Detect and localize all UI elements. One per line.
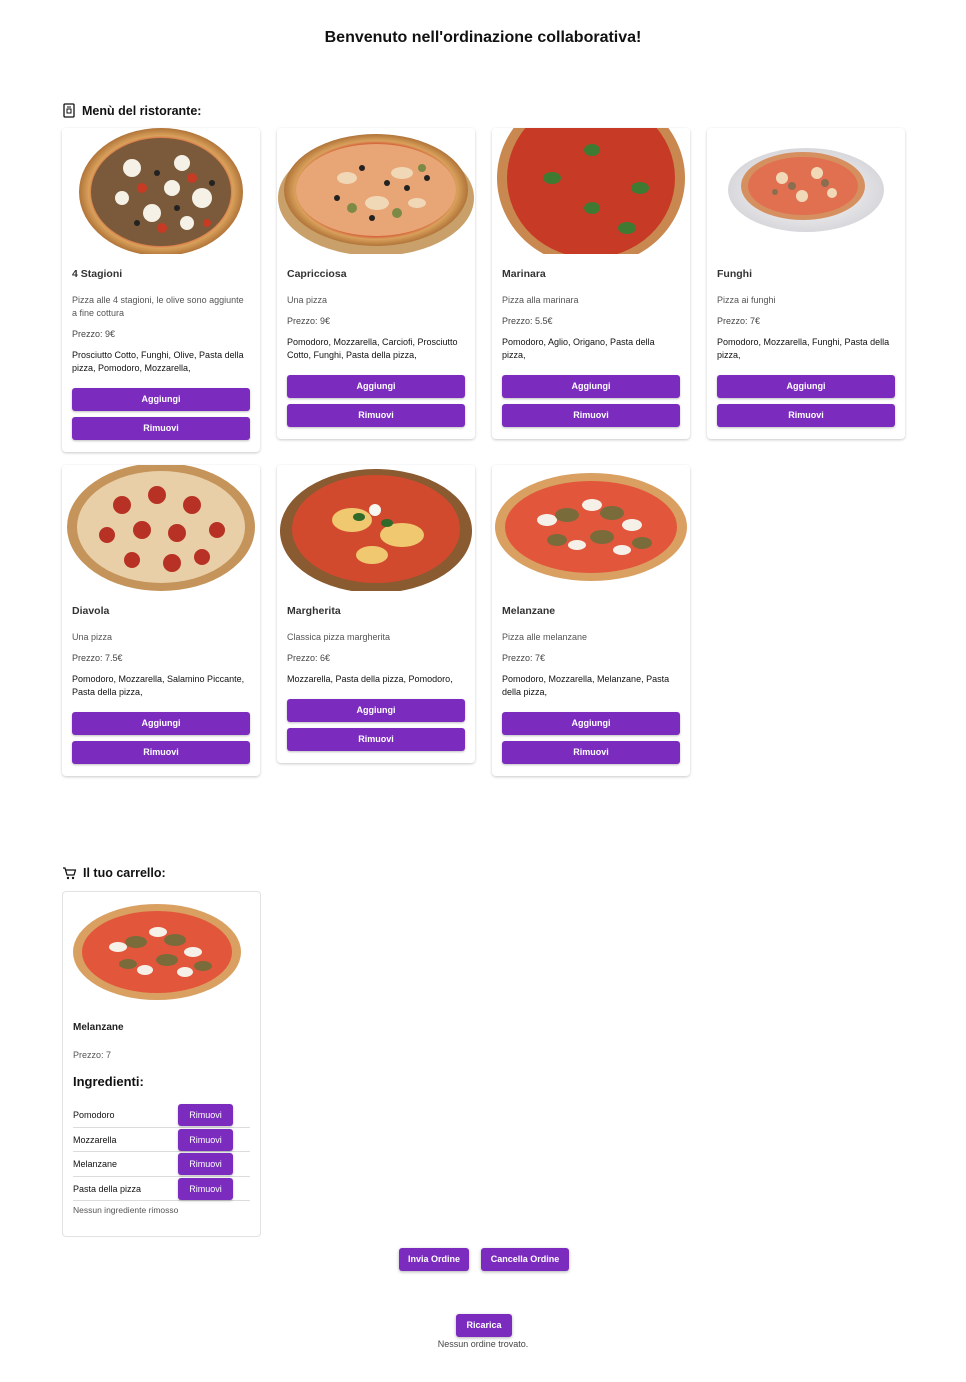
shopping-cart-icon (63, 867, 77, 880)
pizza-ingredients: Pomodoro, Mozzarella, Carciofi, Prosciut… (287, 337, 458, 360)
menu-card-funghi: Funghi Pizza ai funghi Prezzo: 7€ Pomodo… (707, 128, 905, 439)
remove-ingredient-button[interactable]: Rimuovi (178, 1128, 233, 1151)
ingredient-name: Pomodoro (73, 1110, 115, 1120)
cart-item-name: Melanzane (73, 1022, 124, 1033)
remove-ingredient-button[interactable]: Rimuovi (178, 1104, 233, 1126)
pizza-name: Margherita (287, 605, 341, 617)
ingredient-name: Melanzane (73, 1159, 118, 1169)
pizza-image (62, 128, 260, 254)
pizza-description: Una pizza (72, 632, 113, 642)
pizza-ingredients: Pomodoro, Mozzarella, Salamino Piccante,… (72, 674, 245, 697)
ingredient-name: Pasta della pizza (73, 1183, 142, 1194)
pizza-image (73, 902, 241, 1002)
ingredient-row: Pasta della pizza Rimuovi (73, 1177, 250, 1201)
reload-button[interactable]: Ricarica (456, 1314, 512, 1337)
cart-section-title: Il tuo carrello: (62, 866, 166, 880)
ingredient-row: Melanzane Rimuovi (73, 1152, 250, 1177)
add-button[interactable]: Aggiungi (717, 375, 895, 398)
ingredients-heading: Ingredienti: (73, 1074, 144, 1089)
ingredients-list: Pomodoro Rimuovi Mozzarella Rimuovi Mela… (73, 1103, 250, 1201)
pizza-price: Prezzo: 7.5€ (72, 653, 123, 663)
pizza-description: Pizza alle melanzane (502, 632, 588, 642)
pizza-ingredients: Pomodoro, Mozzarella, Melanzane, Pasta d… (502, 674, 670, 697)
menu-card-4-stagioni: 4 Stagioni Pizza alle 4 stagioni, le oli… (62, 128, 260, 452)
page-title: Benvenuto nell'ordinazione collaborativa… (324, 29, 642, 46)
ingredient-name: Mozzarella (73, 1134, 117, 1145)
order-status-text: Nessun ordine trovato. (437, 1339, 529, 1349)
pizza-name: Capricciosa (287, 268, 347, 280)
pizza-image (492, 465, 690, 591)
pizza-ingredients: Pomodoro, Aglio, Origano, Pasta della pi… (502, 337, 655, 360)
pizza-image (707, 128, 905, 254)
add-button[interactable]: Aggiungi (72, 712, 250, 735)
pizza-ingredients: Prosciutto Cotto, Funghi, Olive, Pasta d… (72, 350, 244, 373)
pizza-price: Prezzo: 9€ (287, 316, 331, 326)
pizza-ingredients: Pomodoro, Mozzarella, Funghi, Pasta dell… (717, 337, 890, 360)
send-order-button[interactable]: Invia Ordine (399, 1248, 469, 1271)
remove-ingredient-button[interactable]: Rimuovi (178, 1177, 233, 1200)
menu-card-capricciosa: Capricciosa Una pizza Prezzo: 9€ Pomodor… (277, 128, 475, 439)
remove-button[interactable]: Rimuovi (502, 741, 680, 764)
remove-ingredient-button[interactable]: Rimuovi (178, 1153, 233, 1175)
menu-card-diavola: Diavola Una pizza Prezzo: 7.5€ Pomodoro,… (62, 465, 260, 776)
cart-item-card: Melanzane Prezzo: 7 Ingredienti: Pomodor… (62, 891, 261, 1237)
remove-button[interactable]: Rimuovi (717, 404, 895, 427)
pizza-price: Prezzo: 6€ (287, 653, 331, 663)
pizza-name: 4 Stagioni (72, 268, 123, 280)
pizza-description: Pizza alla marinara (502, 295, 579, 305)
cancel-order-button[interactable]: Cancella Ordine (481, 1248, 569, 1271)
remove-button[interactable]: Rimuovi (502, 404, 680, 427)
pizza-price: Prezzo: 5.5€ (502, 316, 553, 326)
pizza-description: Pizza alle 4 stagioni, le olive sono agg… (72, 295, 244, 318)
pizza-price: Prezzo: 7€ (717, 316, 761, 326)
pizza-image (62, 465, 260, 591)
pizza-name: Funghi (717, 268, 752, 280)
pizza-ingredients: Mozzarella, Pasta della pizza, Pomodoro, (287, 674, 453, 684)
pizza-name: Marinara (502, 268, 546, 280)
pizza-image (492, 128, 690, 254)
ingredient-row: Mozzarella Rimuovi (73, 1128, 250, 1152)
remove-button[interactable]: Rimuovi (72, 417, 250, 440)
cart-item-price: Prezzo: 7 (73, 1050, 112, 1060)
pizza-image (277, 128, 475, 254)
menu-book-icon (63, 103, 75, 118)
menu-section-title: Menù del ristorante: (62, 103, 201, 118)
pizza-description: Classica pizza margherita (287, 632, 391, 642)
ingredient-row: Pomodoro Rimuovi (73, 1103, 250, 1128)
add-button[interactable]: Aggiungi (287, 375, 465, 398)
pizza-price: Prezzo: 9€ (72, 329, 116, 339)
menu-section-label: Menù del ristorante: (82, 103, 202, 118)
add-button[interactable]: Aggiungi (287, 699, 465, 722)
add-button[interactable]: Aggiungi (502, 712, 680, 735)
add-button[interactable]: Aggiungi (502, 375, 680, 398)
remove-button[interactable]: Rimuovi (287, 404, 465, 427)
cart-section-label: Il tuo carrello: (83, 866, 166, 880)
menu-card-marinara: Marinara Pizza alla marinara Prezzo: 5.5… (492, 128, 690, 439)
add-button[interactable]: Aggiungi (72, 388, 250, 411)
pizza-name: Diavola (72, 605, 110, 617)
pizza-description: Pizza ai funghi (717, 295, 776, 305)
pizza-image (277, 465, 475, 591)
menu-card-melanzane: Melanzane Pizza alle melanzane Prezzo: 7… (492, 465, 690, 776)
pizza-description: Una pizza (287, 295, 328, 305)
removed-ingredients-note: Nessun ingrediente rimosso (73, 1205, 179, 1215)
pizza-name: Melanzane (502, 605, 556, 617)
menu-card-margherita: Margherita Classica pizza margherita Pre… (277, 465, 475, 763)
remove-button[interactable]: Rimuovi (287, 728, 465, 751)
pizza-price: Prezzo: 7€ (502, 653, 546, 663)
remove-button[interactable]: Rimuovi (72, 741, 250, 764)
